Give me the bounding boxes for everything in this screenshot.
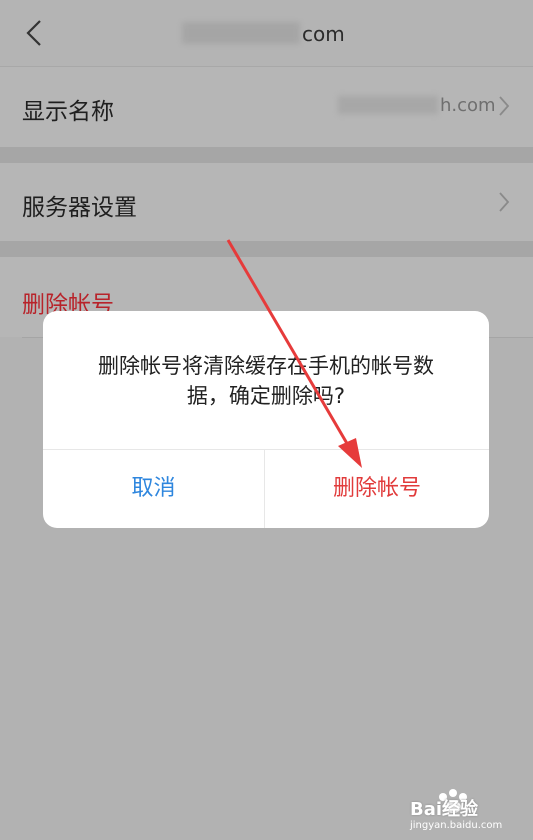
watermark-brand: Bai经验 [410, 799, 479, 820]
blurred-email-title [182, 22, 300, 44]
section-divider [0, 147, 533, 163]
confirm-delete-button[interactable]: 删除帐号 [265, 450, 489, 528]
dialog-message: 删除帐号将清除缓存在手机的帐号数据，确定删除吗? [98, 354, 434, 408]
chevron-right-icon [499, 96, 510, 116]
blurred-display-name-value [338, 96, 438, 114]
display-name-value: h.com [440, 95, 496, 116]
cancel-button[interactable]: 取消 [43, 450, 264, 528]
account-settings-screen: com 显示名称 h.com 服务器设置 删除帐号 删除帐号将清除缓存在手机的帐… [0, 0, 533, 840]
back-arrow-icon[interactable] [22, 18, 48, 48]
confirm-delete-dialog: 删除帐号将清除缓存在手机的帐号数据，确定删除吗? 取消 删除帐号 [43, 311, 489, 528]
display-name-label: 显示名称 [22, 99, 114, 125]
server-settings-label: 服务器设置 [22, 195, 137, 221]
chevron-right-icon [499, 192, 510, 212]
watermark-site: jingyan.baidu.com [410, 820, 503, 831]
top-bar: com [0, 0, 533, 67]
page-title: com [302, 22, 345, 46]
server-settings-row[interactable]: 服务器设置 [0, 163, 533, 241]
section-divider [0, 241, 533, 257]
